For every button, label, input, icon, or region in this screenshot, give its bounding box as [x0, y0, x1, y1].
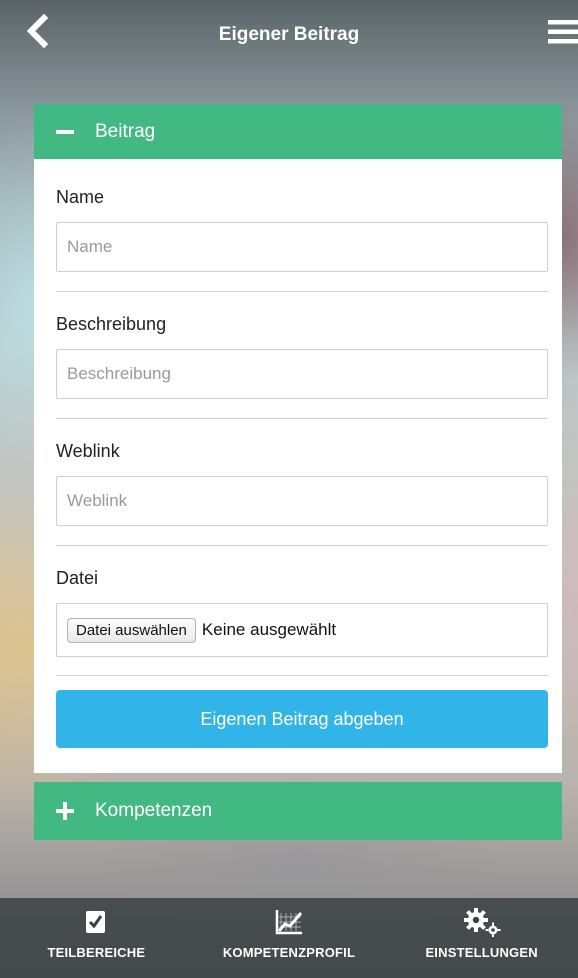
minus-icon [53, 120, 77, 144]
file-input: Datei auswählen Keine ausgewählt [56, 603, 548, 657]
nav-label: EINSTELLUNGEN [425, 945, 538, 960]
weblink-label: Weblink [56, 441, 120, 461]
page-title: Eigener Beitrag [218, 24, 360, 45]
kompetenzen-panel: Kompetenzen [34, 782, 562, 840]
submit-button[interactable]: Eigenen Beitrag abgeben [56, 690, 548, 748]
menu-button[interactable] [548, 20, 578, 44]
kompetenzen-panel-title: Kompetenzen [95, 800, 213, 821]
beitrag-panel-body: Name Beschreibung Weblink Datei Datei au… [34, 159, 562, 773]
back-button[interactable] [22, 13, 52, 49]
description-input[interactable] [56, 349, 548, 399]
beitrag-panel-header[interactable]: Beitrag [34, 104, 562, 159]
kompetenzen-panel-header[interactable]: Kompetenzen [34, 782, 562, 840]
nav-label: KOMPETENZPROFIL [222, 945, 356, 960]
nav-tab-einstellungen[interactable]: EINSTELLUNGEN [387, 898, 577, 978]
bottom-navigation: TEILBEREICHE KOMPETENZPROFIL EINSTELLUNG… [0, 898, 578, 978]
weblink-field-group: Weblink [56, 419, 548, 546]
weblink-input[interactable] [56, 476, 548, 526]
gears-icon [462, 905, 502, 939]
file-field-group: Datei Datei auswählen Keine ausgewählt [56, 546, 548, 676]
chevron-left-icon [26, 13, 49, 49]
beitrag-panel-title: Beitrag [95, 120, 156, 142]
top-bar: Eigener Beitrag [0, 0, 578, 80]
nav-label: TEILBEREICHE [47, 945, 146, 960]
nav-tab-teilbereiche[interactable]: TEILBEREICHE [1, 898, 191, 978]
name-label: Name [56, 187, 105, 207]
name-input[interactable] [56, 222, 548, 272]
document-check-icon [84, 905, 108, 939]
nav-tab-kompetenzprofil[interactable]: KOMPETENZPROFIL [194, 898, 384, 978]
beitrag-panel: Beitrag Name Beschreibung Weblink Datei … [34, 104, 562, 773]
submit-wrapper: Eigenen Beitrag abgeben [56, 676, 548, 748]
hamburger-icon [548, 20, 578, 44]
description-label: Beschreibung [56, 314, 167, 334]
description-field-group: Beschreibung [56, 292, 548, 419]
file-status-text: Keine ausgewählt [201, 620, 337, 639]
chart-icon [275, 905, 303, 939]
plus-icon [53, 799, 77, 823]
choose-file-button[interactable]: Datei auswählen [67, 617, 196, 643]
file-label: Datei [56, 568, 99, 588]
name-field-group: Name [56, 159, 548, 292]
